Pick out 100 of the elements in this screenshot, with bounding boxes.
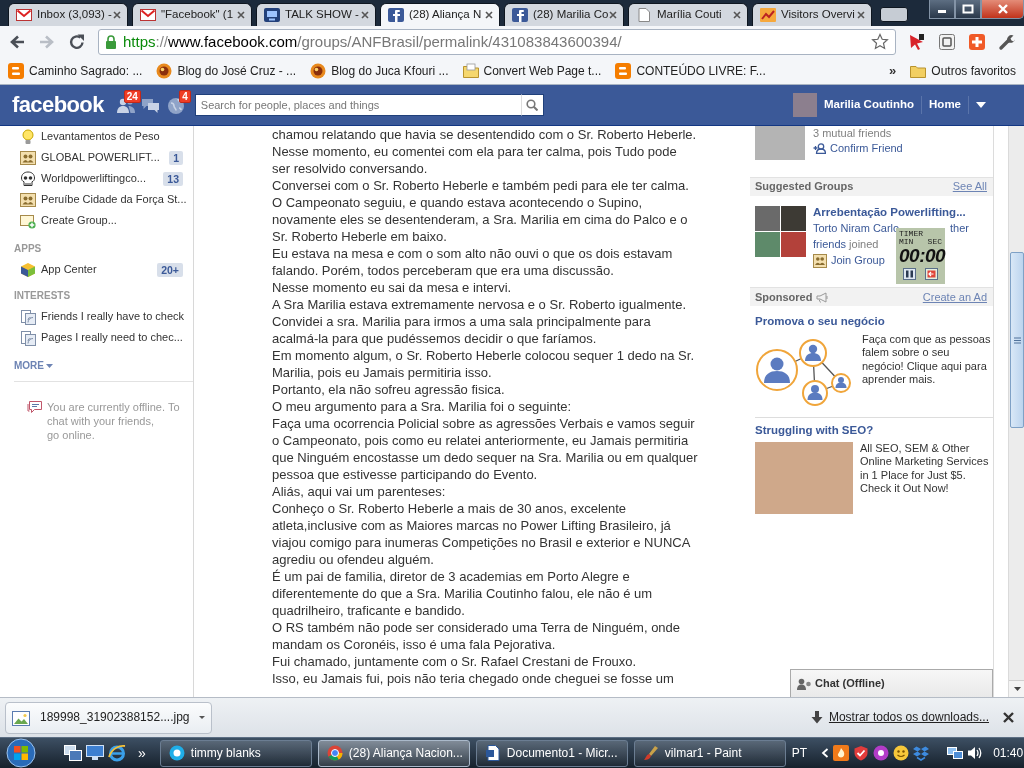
pause-icon[interactable] — [903, 268, 917, 280]
close-icon[interactable] — [857, 11, 865, 19]
taskbar-button[interactable]: timmy blanks — [159, 739, 312, 767]
minimize-button[interactable] — [929, 0, 955, 19]
sidebar-link[interactable]: GLOBAL POWERLIFT... — [41, 150, 160, 165]
speech-bubbles-icon[interactable] — [140, 96, 161, 114]
join-group-link[interactable]: Join Group — [813, 254, 885, 268]
clock[interactable]: 01:40 — [993, 745, 1024, 761]
photo-placeholder — [755, 206, 780, 231]
scrollbar-thumb[interactable] — [1010, 252, 1024, 428]
scrollbar[interactable] — [1008, 126, 1024, 697]
shield-check-icon[interactable] — [853, 745, 870, 761]
tile-icon[interactable] — [938, 33, 956, 51]
tricolor-circle-icon — [326, 745, 343, 761]
ring-logo-icon[interactable] — [108, 744, 126, 762]
close-icon[interactable] — [361, 11, 369, 19]
post-paragraph: A Sra Marilia estava extremamente nervosa e o Sr. Roberto igualmente. — [272, 296, 687, 313]
monitor-icon[interactable] — [86, 745, 104, 761]
post-paragraph: O RS também não pode ser considerado uma Terra de Ninguém, onde mandam os Coronéis, isso é uma fala Pejorativa. — [272, 619, 681, 653]
sidebar-link[interactable]: Pages I really need to chec... — [41, 330, 183, 345]
language-indicator[interactable]: PT — [791, 745, 808, 761]
ad-title-link[interactable]: Promova o seu negócio — [755, 314, 885, 330]
square-logo-icon — [8, 63, 24, 79]
browser-tab[interactable]: Marília Couti — [628, 3, 748, 26]
flame-tile-icon[interactable] — [833, 745, 850, 761]
sidebar-link[interactable]: Levantamentos de Peso — [41, 129, 160, 144]
post-paragraph: Aliás, aqui vai um parenteses: — [272, 483, 446, 500]
sidebar-link[interactable]: Peruíbe Cidade da Força St... — [41, 192, 187, 207]
download-item[interactable]: 189998_31902388152....jpg — [5, 701, 212, 734]
browser-tab[interactable]: "Facebook" (1 — [132, 3, 252, 26]
home-link[interactable]: Home — [929, 98, 961, 112]
search-button[interactable] — [520, 94, 544, 116]
scroll-down-button[interactable] — [1009, 680, 1024, 697]
chat-bar[interactable]: Chat (Offline) — [790, 669, 993, 697]
browser-tab[interactable]: (28) Marilia Co — [504, 3, 624, 26]
close-icon[interactable] — [485, 11, 493, 19]
photo-placeholder — [781, 232, 806, 257]
browser-tab[interactable]: TALK SHOW - — [256, 3, 376, 26]
other-friends-link[interactable]: ther — [950, 220, 969, 236]
ad-title-link[interactable]: Struggling with SEO? — [755, 423, 874, 439]
close-icon[interactable] — [733, 11, 741, 19]
maximize-icon — [962, 4, 974, 14]
close-icon[interactable] — [113, 11, 121, 19]
taskbar-button[interactable]: Documento1 - Micr... — [475, 739, 628, 767]
address-bar[interactable]: https://www.facebook.com/groups/ANFBrasil/permalink/431083843600394/ — [98, 29, 896, 55]
other-bookmarks-button[interactable]: Outros favoritos — [910, 63, 1016, 79]
speaker-icon[interactable] — [967, 745, 984, 761]
see-all-link[interactable]: See All — [952, 180, 987, 194]
friends-link[interactable]: friends — [813, 238, 847, 250]
bookmark-link[interactable]: Blog do José Cruz - ... — [156, 63, 297, 79]
monitors-icon[interactable] — [947, 745, 964, 761]
browser-tab[interactable]: Visitors Overvi — [752, 3, 872, 26]
bookmark-link[interactable]: Blog do Juca Kfouri ... — [310, 63, 449, 79]
sidebar-link[interactable]: Create Group... — [41, 213, 117, 228]
sidebar-link[interactable]: Worldpowerliftingco... — [41, 171, 146, 186]
reload-icon[interactable] — [68, 33, 86, 51]
stacked-windows-icon[interactable] — [64, 745, 82, 761]
bookmarks-overflow-button[interactable]: » — [889, 63, 897, 79]
star-icon[interactable] — [871, 33, 889, 51]
return-arrow-icon[interactable] — [924, 268, 938, 280]
folder-icon — [462, 63, 479, 79]
profile-link[interactable]: Marilia Coutinho — [823, 98, 915, 112]
close-icon[interactable] — [237, 11, 245, 19]
group-name-link[interactable]: Arrebentação Powerlifting... — [813, 204, 969, 220]
wrench-icon[interactable] — [998, 33, 1016, 51]
close-window-button[interactable] — [981, 0, 1024, 19]
box-icon[interactable] — [913, 745, 930, 761]
bookmark-link[interactable]: Caminho Sagrado: ... — [8, 63, 143, 79]
caret-icon[interactable] — [199, 716, 206, 719]
bookmark-link[interactable]: Convert Web Page t... — [462, 63, 602, 79]
new-tab-button[interactable] — [880, 7, 908, 22]
bookmark-link[interactable]: CONTEÚDO LIVRE: F... — [615, 63, 766, 79]
taskbar-button[interactable]: vilmar1 - Paint — [633, 739, 786, 767]
caret-icon[interactable] — [976, 102, 986, 108]
taskbar-button[interactable]: (28) Aliança Nacion... — [317, 739, 470, 767]
sidebar-link[interactable]: App Center — [41, 262, 97, 277]
close-icon[interactable] — [1003, 712, 1014, 723]
cursor-arrow-icon[interactable] — [908, 33, 926, 51]
show-all-downloads-link[interactable]: Mostrar todos os downloads... — [828, 710, 989, 725]
plus-icon[interactable] — [968, 33, 986, 51]
more-link[interactable]: MORE — [14, 359, 53, 373]
count-badge: 13 — [163, 171, 183, 186]
close-icon[interactable] — [609, 11, 617, 19]
post-paragraph: Conversei com o Sr. Roberto Heberle e também pedi para ele ter calma. — [272, 177, 689, 194]
search-field[interactable]: Search for people, places and things — [194, 94, 521, 116]
sidebar-link[interactable]: Friends I really have to check — [41, 309, 185, 324]
site-logo[interactable]: facebook — [12, 91, 104, 119]
maximize-button[interactable] — [955, 0, 981, 19]
start-orb-icon[interactable] — [4, 738, 38, 768]
post-paragraph: Convidei a sra. Marilia para irmos a uma sala principalmente para acalmá-la para que pudéssemos decidir o que faríamos. — [272, 313, 651, 347]
browser-tab[interactable]: (28) Aliança N — [380, 3, 500, 26]
back-arrow-icon[interactable] — [8, 33, 26, 51]
post-paragraph: Nesse momento, eu comentei com ela para ter calma, pois Tudo pode ser resolvido conversando. — [272, 143, 677, 177]
smiley-icon[interactable] — [893, 745, 910, 761]
chevron-left-icon[interactable] — [821, 748, 830, 758]
confirm-friend-link[interactable]: Confirm Friend — [813, 141, 903, 156]
padlock-icon — [105, 35, 117, 49]
quick-launch-overflow[interactable]: » — [138, 744, 146, 762]
browser-tab[interactable]: Inbox (3,093) - — [8, 3, 128, 26]
circle-logo-icon[interactable] — [873, 745, 890, 761]
